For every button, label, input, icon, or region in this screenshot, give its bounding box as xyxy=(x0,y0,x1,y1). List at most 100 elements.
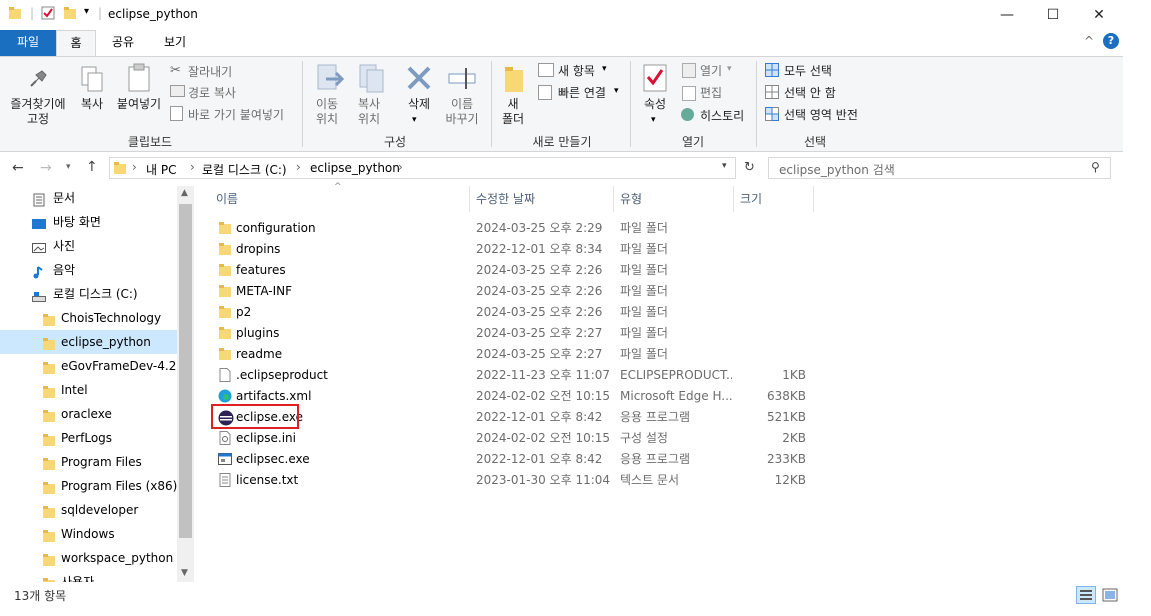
chevron-right-icon[interactable]: › xyxy=(398,160,403,174)
select-none-button[interactable]: 선택 안 함 xyxy=(784,84,836,101)
column-header-modified[interactable]: 수정한 날짜 xyxy=(476,188,535,210)
breadcrumb-local-disk[interactable]: 로컬 디스크 (C:) xyxy=(202,161,287,178)
collapse-ribbon-icon[interactable]: ^ xyxy=(1084,34,1094,48)
file-row[interactable]: license.txt 2023-01-30 오후 11:04 텍스트 문서 12KB xyxy=(212,470,812,491)
sidebar-item[interactable]: Windows xyxy=(0,522,177,546)
sidebar-item[interactable]: sqldeveloper xyxy=(0,498,177,522)
copy-to-button[interactable]: 복사 위치 xyxy=(348,97,390,127)
file-row[interactable]: eclipse.exe 2022-12-01 오후 8:42 응용 프로그램 521K… xyxy=(212,407,812,428)
invert-selection-button[interactable]: 선택 영역 반전 xyxy=(784,106,858,123)
copy-button[interactable]: 복사 xyxy=(76,97,108,112)
sidebar-item[interactable]: 사용자 xyxy=(0,570,177,582)
file-row[interactable]: artifacts.xml 2024-02-02 오전 10:15 Microsof… xyxy=(212,386,812,407)
sidebar-item[interactable]: 음악 xyxy=(0,258,177,282)
sidebar-item[interactable]: eclipse_python xyxy=(0,330,177,354)
chevron-right-icon[interactable]: › xyxy=(296,160,301,174)
edit-button[interactable]: 편집 xyxy=(700,84,722,101)
sidebar-item[interactable]: PerfLogs xyxy=(0,426,177,450)
file-row[interactable]: eclipsec.exe 2022-12-01 오후 8:42 응용 프로그램 233… xyxy=(212,449,812,470)
file-row[interactable]: plugins 2024-03-25 오후 2:27 파일 폴더 xyxy=(212,323,812,344)
cut-button[interactable]: 잘라내기 xyxy=(188,63,232,80)
sidebar-item[interactable]: workspace_python xyxy=(0,546,177,570)
sidebar-item[interactable]: 문서 xyxy=(0,186,177,210)
new-folder-button[interactable]: 새 폴더 xyxy=(498,97,528,127)
nav-scrollbar[interactable]: ▲ ▼ xyxy=(177,186,194,582)
search-input[interactable]: eclipse_python 검색 xyxy=(779,161,895,178)
recent-locations-icon[interactable]: ▾ xyxy=(66,162,71,172)
forward-icon[interactable]: → xyxy=(40,160,52,176)
paste-shortcut-button[interactable]: 바로 가기 붙여넣기 xyxy=(188,106,284,123)
sidebar-item[interactable]: Program Files xyxy=(0,450,177,474)
select-all-button[interactable]: 모두 선택 xyxy=(784,62,832,79)
file-row[interactable]: configuration 2024-03-25 오후 2:29 파일 폴더 xyxy=(212,218,812,239)
column-header-type[interactable]: 유형 xyxy=(620,188,642,210)
scroll-down-icon[interactable]: ▼ xyxy=(181,568,188,578)
customize-quick-access-icon[interactable]: ▾ xyxy=(84,6,89,17)
sidebar-item[interactable]: 사진 xyxy=(0,234,177,258)
search-icon[interactable]: ⚲ xyxy=(1091,160,1100,174)
history-button[interactable]: 히스토리 xyxy=(700,107,744,124)
sidebar-item[interactable]: Program Files (x86) xyxy=(0,474,177,498)
sidebar-item[interactable]: eGovFrameDev-4.2.0- xyxy=(0,354,177,378)
sidebar-item[interactable]: 바탕 화면 xyxy=(0,210,177,234)
back-icon[interactable]: ← xyxy=(12,160,24,176)
properties-quick-icon[interactable] xyxy=(41,6,55,23)
ribbon-tabs: 파일 홈 공유 보기 ^ ? xyxy=(0,30,1151,56)
app-icon xyxy=(218,452,232,466)
chevron-down-icon[interactable]: ▾ xyxy=(651,115,656,125)
help-icon[interactable]: ? xyxy=(1103,33,1119,49)
details-view-button[interactable] xyxy=(1076,586,1096,604)
paste-button[interactable]: 붙여넣기 xyxy=(112,97,166,112)
file-row[interactable]: dropins 2022-12-01 오후 8:34 파일 폴더 xyxy=(212,239,812,260)
pin-quick-access-button[interactable]: 즐겨찾기에 고정 xyxy=(4,97,72,127)
column-divider[interactable] xyxy=(733,186,734,212)
tab-home[interactable]: 홈 xyxy=(56,30,96,56)
file-row[interactable]: readme 2024-03-25 오후 2:27 파일 폴더 xyxy=(212,344,812,365)
column-header-size[interactable]: 크기 xyxy=(740,188,762,210)
file-row[interactable]: META-INF 2024-03-25 오후 2:26 파일 폴더 xyxy=(212,281,812,302)
large-icons-view-button[interactable] xyxy=(1100,586,1120,604)
column-divider[interactable] xyxy=(469,186,470,212)
refresh-icon[interactable]: ↻ xyxy=(744,160,755,175)
open-button[interactable]: 열기 xyxy=(700,62,722,79)
file-row[interactable]: features 2024-03-25 오후 2:26 파일 폴더 xyxy=(212,260,812,281)
address-dropdown-icon[interactable]: ▾ xyxy=(722,161,727,171)
column-header-name[interactable]: 이름 xyxy=(216,188,238,210)
sidebar-item[interactable]: Intel xyxy=(0,378,177,402)
nav-scrollbar-thumb[interactable] xyxy=(179,204,192,538)
address-bar[interactable]: › 내 PC › 로컬 디스크 (C:) › eclipse_python › … xyxy=(109,157,736,179)
breadcrumb-this-pc[interactable]: 내 PC xyxy=(146,161,176,178)
sidebar-item[interactable]: ChoisTechnology xyxy=(0,306,177,330)
tab-view[interactable]: 보기 xyxy=(152,30,198,56)
maximize-button[interactable]: ☐ xyxy=(1030,0,1076,30)
sidebar-item[interactable]: oraclexe xyxy=(0,402,177,426)
new-folder-quick-icon[interactable] xyxy=(63,6,77,23)
properties-button[interactable]: 속성 xyxy=(638,97,672,112)
minimize-button[interactable]: — xyxy=(984,0,1030,30)
delete-button[interactable]: 삭제 xyxy=(400,97,438,112)
search-box[interactable]: eclipse_python 검색 ⚲ xyxy=(768,157,1111,179)
tab-file[interactable]: 파일 xyxy=(0,30,56,56)
move-to-button[interactable]: 이동 위치 xyxy=(306,97,348,127)
tab-share[interactable]: 공유 xyxy=(100,30,146,56)
chevron-down-icon[interactable]: ▾ xyxy=(614,86,619,96)
up-icon[interactable]: ↑ xyxy=(86,159,98,175)
file-row[interactable]: eclipse.ini 2024-02-02 오전 10:15 구성 설정 2KB xyxy=(212,428,812,449)
chevron-right-icon[interactable]: › xyxy=(132,160,137,174)
copy-path-button[interactable]: 경로 복사 xyxy=(188,84,236,101)
close-button[interactable]: ✕ xyxy=(1076,0,1122,30)
column-divider[interactable] xyxy=(813,186,814,212)
easy-access-button[interactable]: 빠른 연결 xyxy=(558,84,606,101)
file-row[interactable]: .eclipseproduct 2022-11-23 오후 11:07 ECLIPS… xyxy=(212,365,812,386)
new-item-button[interactable]: 새 항목 xyxy=(558,62,595,79)
chevron-down-icon[interactable]: ▾ xyxy=(412,115,417,125)
column-divider[interactable] xyxy=(613,186,614,212)
breadcrumb-current[interactable]: eclipse_python xyxy=(310,161,400,175)
sidebar-item[interactable]: 로컬 디스크 (C:) xyxy=(0,282,177,306)
chevron-right-icon[interactable]: › xyxy=(190,160,195,174)
rename-button[interactable]: 이름 바꾸기 xyxy=(440,97,484,127)
scroll-up-icon[interactable]: ▲ xyxy=(181,188,188,198)
file-row[interactable]: p2 2024-03-25 오후 2:26 파일 폴더 xyxy=(212,302,812,323)
chevron-down-icon[interactable]: ▾ xyxy=(727,64,732,74)
chevron-down-icon[interactable]: ▾ xyxy=(602,64,607,74)
